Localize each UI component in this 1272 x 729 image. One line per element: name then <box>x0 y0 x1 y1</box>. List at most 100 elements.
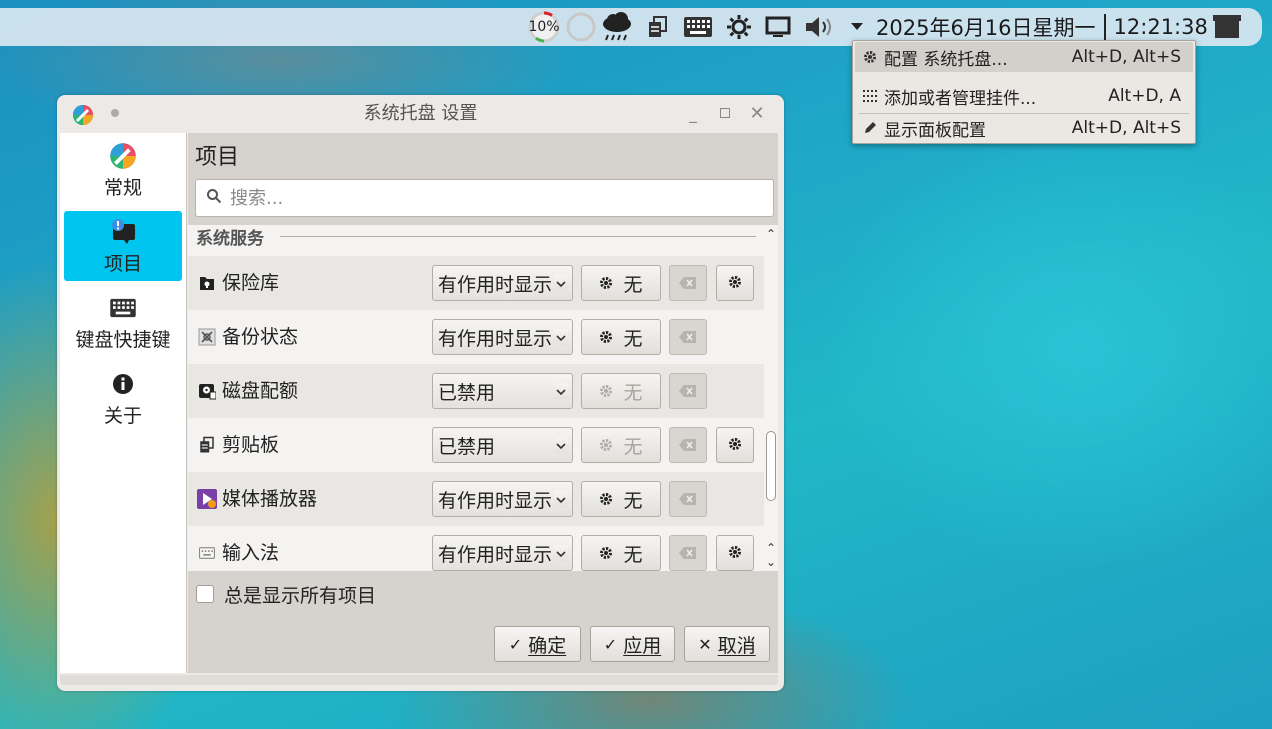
loading-ring[interactable] <box>564 8 598 46</box>
entry-name: 输入法 <box>222 542 280 564</box>
apply-button[interactable]: ✓ 应用 <box>590 626 675 662</box>
visibility-select[interactable]: 有作用时显示 <box>432 535 573 571</box>
gear-icon <box>599 438 613 452</box>
keyboard-icon <box>108 293 138 323</box>
menu-item-label: 显示面板配置 <box>884 120 986 141</box>
keyboard-icon <box>197 543 217 563</box>
menu-item-manage-widgets[interactable]: 添加或者管理挂件... Alt+D, A <box>855 81 1193 111</box>
table-row: 磁盘配额 已禁用 无 <box>188 364 764 418</box>
ok-button[interactable]: ✓ 确定 <box>494 626 581 662</box>
scroll-up-icon[interactable]: ⌃ <box>764 541 778 555</box>
entries-page: 项目 系统服务 保险库 有作用时显示 无 <box>188 133 778 673</box>
chevron-down-icon <box>554 275 568 291</box>
entry-name: 媒体播放器 <box>222 488 318 510</box>
menu-item-panel-config[interactable]: 显示面板配置 Alt+D, Alt+S <box>855 113 1193 143</box>
always-show-all-checkbox[interactable] <box>196 585 214 603</box>
shortcut-label: 无 <box>623 435 643 458</box>
visibility-select[interactable]: 有作用时显示 <box>432 319 573 355</box>
menu-item-shortcut: Alt+D, Alt+S <box>1071 118 1181 138</box>
check-icon: ✓ <box>508 634 523 654</box>
maximize-button[interactable] <box>715 103 735 123</box>
search-input[interactable] <box>230 187 773 209</box>
always-show-all-checkbox-row[interactable]: 总是显示所有项目 <box>196 581 376 607</box>
entry-name: 备份状态 <box>222 326 299 348</box>
backspace-icon <box>679 381 697 402</box>
visibility-value: 有作用时显示 <box>438 489 553 512</box>
show-desktop-button[interactable] <box>1208 8 1246 46</box>
page-title: 项目 <box>195 145 240 170</box>
clipboard-icon <box>197 435 217 455</box>
sidebar-item-about[interactable]: 关于 <box>64 363 182 433</box>
volume-indicator[interactable] <box>802 8 838 46</box>
gear-icon <box>599 384 613 398</box>
group-header: 系统服务 <box>196 228 264 249</box>
entry-name: 剪贴板 <box>222 434 280 456</box>
checkbox-label: 总是显示所有项目 <box>224 584 377 607</box>
close-icon: ✕ <box>698 634 712 654</box>
scroll-down-icon[interactable]: ⌄ <box>764 555 778 569</box>
entry-name: 磁盘配额 <box>222 380 299 402</box>
shortcut-button: 无 <box>581 373 661 409</box>
keyboard-indicator[interactable] <box>680 8 716 46</box>
clear-shortcut-button[interactable] <box>669 427 707 463</box>
shortcut-button[interactable]: 无 <box>581 265 661 301</box>
close-button[interactable]: ✕ <box>747 103 767 124</box>
clear-shortcut-button[interactable] <box>669 373 707 409</box>
backspace-icon <box>679 435 697 456</box>
configure-entry-button[interactable] <box>716 535 754 571</box>
configure-entry-button[interactable] <box>716 427 754 463</box>
media-player-icon <box>197 489 217 509</box>
brightness-indicator[interactable] <box>724 8 754 46</box>
scrollbar-thumb[interactable] <box>766 431 776 501</box>
scroll-up-icon[interactable]: ⌃ <box>764 227 778 241</box>
clipboard-icon <box>649 16 667 37</box>
shortcut-button[interactable]: 无 <box>581 535 661 571</box>
monitor-icon <box>765 16 791 37</box>
visibility-value: 有作用时显示 <box>438 327 553 350</box>
sidebar-item-shortcuts[interactable]: 键盘快捷键 <box>64 287 182 357</box>
weather-indicator[interactable] <box>598 8 636 46</box>
display-indicator[interactable] <box>762 8 794 46</box>
info-icon <box>108 369 138 399</box>
backspace-icon <box>679 327 697 348</box>
visibility-select[interactable]: 有作用时显示 <box>432 481 573 517</box>
configure-entry-button[interactable] <box>716 265 754 301</box>
gear-icon <box>599 330 613 344</box>
search-field[interactable] <box>195 179 774 217</box>
shortcut-button[interactable]: 无 <box>581 481 661 517</box>
shortcut-label: 无 <box>623 381 643 404</box>
table-row: 输入法 有作用时显示 无 <box>188 526 764 571</box>
grid-icon <box>861 87 879 105</box>
gear-icon <box>728 435 742 456</box>
gear-icon <box>599 492 613 506</box>
visibility-select[interactable]: 已禁用 <box>432 373 573 409</box>
check-icon: ✓ <box>603 634 618 654</box>
visibility-select[interactable]: 已禁用 <box>432 427 573 463</box>
gear-icon <box>728 273 742 294</box>
chevron-down-icon <box>554 545 568 561</box>
sidebar-item-entries[interactable]: 项目 <box>64 211 182 281</box>
backspace-icon <box>679 489 697 510</box>
menu-item-shortcut: Alt+D, A <box>1108 86 1181 106</box>
battery-indicator[interactable]: 10% <box>526 8 562 46</box>
clear-shortcut-button[interactable] <box>669 481 707 517</box>
menu-item-configure-tray[interactable]: 配置 系统托盘... Alt+D, Alt+S <box>855 42 1193 72</box>
clear-shortcut-button[interactable] <box>669 535 707 571</box>
brightness-icon <box>727 15 751 39</box>
shortcut-button[interactable]: 无 <box>581 319 661 355</box>
ring-icon <box>566 12 596 42</box>
cancel-button[interactable]: ✕ 取消 <box>684 626 770 662</box>
visibility-value: 已禁用 <box>438 381 496 404</box>
entries-list: 系统服务 保险库 有作用时显示 无 备份状态 有作用时显示 无 磁盘配额 已禁用… <box>188 225 778 571</box>
panel-context-menu: 配置 系统托盘... Alt+D, Alt+S 添加或者管理挂件... Alt+… <box>852 40 1196 144</box>
clear-shortcut-button[interactable] <box>669 319 707 355</box>
notification-icon <box>108 217 138 247</box>
visibility-select[interactable]: 有作用时显示 <box>432 265 573 301</box>
sidebar-item-general[interactable]: 常规 <box>64 135 182 205</box>
clear-shortcut-button[interactable] <box>669 265 707 301</box>
window-titlebar[interactable]: 系统托盘 设置 _ ✕ <box>57 95 784 133</box>
clipboard-indicator[interactable] <box>644 8 672 46</box>
minimize-button[interactable]: _ <box>683 103 703 123</box>
sidebar-item-label: 关于 <box>103 405 142 427</box>
entries-scrollbar[interactable]: ⌃ ⌃ ⌄ <box>764 225 778 571</box>
